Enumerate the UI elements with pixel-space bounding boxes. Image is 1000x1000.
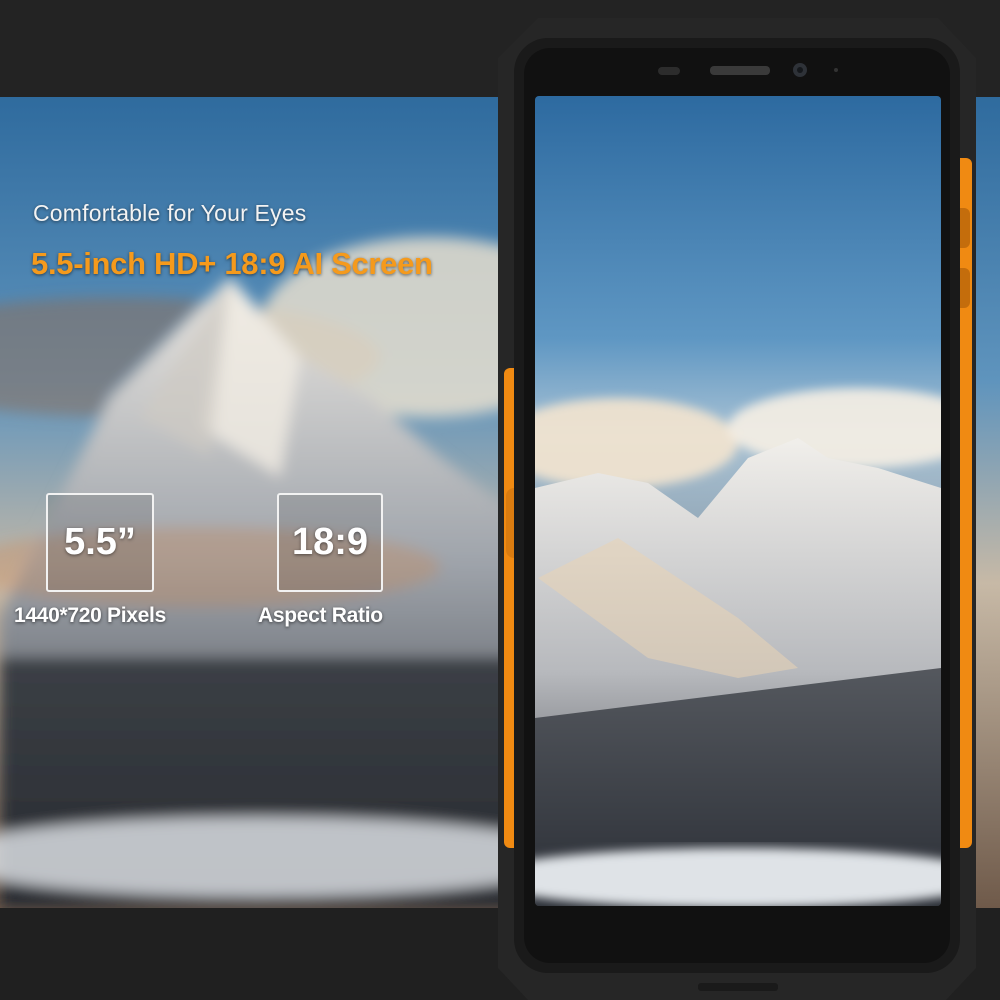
banner-headline: Comfortable for Your Eyes <box>33 200 307 226</box>
screen-size-value: 5.5” <box>46 493 154 592</box>
rugged-phone <box>498 18 976 1000</box>
aspect-ratio-value: 18:9 <box>277 493 383 592</box>
resolution-caption: 1440*720 Pixels <box>14 604 166 627</box>
banner-subheadline: 5.5-inch HD+ 18:9 AI Screen <box>31 246 433 281</box>
phone-illustration <box>498 18 976 1000</box>
aspect-ratio-caption: Aspect Ratio <box>258 604 383 627</box>
